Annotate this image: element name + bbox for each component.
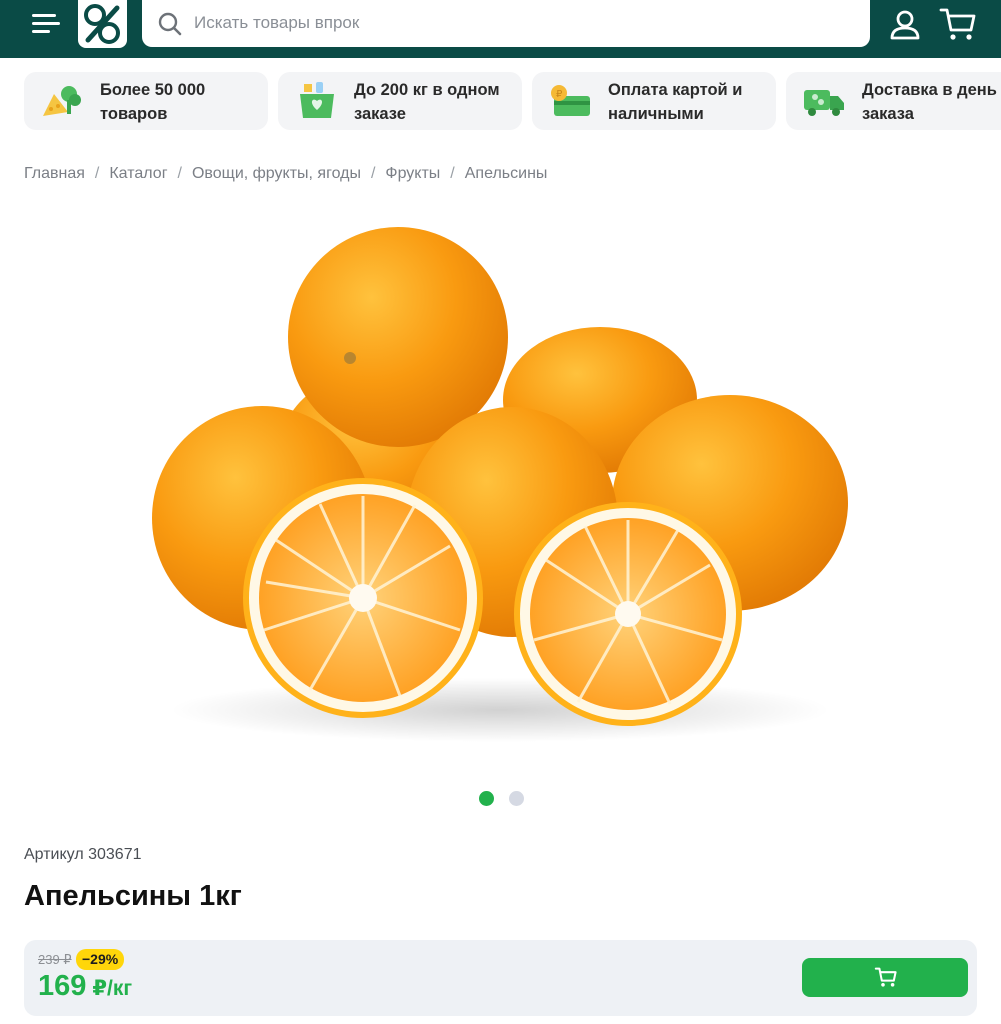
add-to-cart-button[interactable] xyxy=(802,958,968,997)
feature-card-weight: До 200 кг в одном заказе xyxy=(278,72,522,130)
breadcrumb-separator: / xyxy=(450,165,455,182)
current-price: 169 ₽/кг xyxy=(38,970,132,1003)
cart-icon[interactable] xyxy=(938,4,978,44)
feature-line-1: Более 50 000 xyxy=(100,81,206,99)
top-header xyxy=(0,0,1001,58)
price-unit: ₽/кг xyxy=(92,977,133,1000)
old-price: 239 ₽ xyxy=(38,952,72,967)
feature-card-payment: ₽ Оплата картой и наличными xyxy=(532,72,776,130)
breadcrumb-home[interactable]: Главная xyxy=(24,165,85,182)
feature-line-1: Доставка в день xyxy=(862,81,997,99)
breadcrumb-separator: / xyxy=(94,165,100,182)
breadcrumb-separator: / xyxy=(177,165,182,182)
search-icon[interactable] xyxy=(156,10,184,38)
breadcrumb-catalog[interactable]: Каталог xyxy=(109,165,167,182)
feature-line-2: заказа xyxy=(862,105,914,123)
gallery-dot-active[interactable] xyxy=(479,791,494,806)
feature-card-assortment: Более 50 000 товаров xyxy=(24,72,268,130)
feature-line-2: заказе xyxy=(354,105,406,123)
gallery-dot[interactable] xyxy=(509,791,524,806)
cart-icon xyxy=(874,967,897,987)
feature-card-delivery: Доставка в день заказа xyxy=(786,72,1001,130)
menu-icon[interactable] xyxy=(28,10,64,38)
basket-icon xyxy=(300,82,334,118)
breadcrumb: Главная / Каталог / Овощи, фрукты, ягоды / Фру… xyxy=(24,165,547,187)
breadcrumb-category[interactable]: Овощи, фрукты, ягоды xyxy=(192,165,361,182)
search-input[interactable] xyxy=(194,6,854,40)
price-panel: 239 ₽ −29% 169 ₽/кг xyxy=(24,940,977,1016)
vegetables-icon xyxy=(43,86,81,116)
logo[interactable] xyxy=(78,0,127,48)
feature-line-2: товаров xyxy=(100,105,168,123)
product-image[interactable] xyxy=(130,210,870,750)
feature-line-2: наличными xyxy=(608,105,704,123)
delivery-truck-icon xyxy=(804,90,844,116)
user-icon[interactable] xyxy=(886,6,924,44)
features-strip: Более 50 000 товаров До 200 кг в одном з… xyxy=(24,72,1001,132)
breadcrumb-separator: / xyxy=(370,165,376,182)
logo-icon xyxy=(84,4,120,44)
feature-line-1: До 200 кг в одном xyxy=(354,81,500,99)
price-value: 169 xyxy=(38,970,87,1002)
breadcrumb-subcategory[interactable]: Фрукты xyxy=(385,165,440,182)
product-title: Апельсины 1кг xyxy=(24,880,242,912)
feature-line-1: Оплата картой и xyxy=(608,81,743,99)
discount-badge: −29% xyxy=(76,949,125,970)
svg-text:₽: ₽ xyxy=(556,89,563,100)
gallery-pagination xyxy=(479,791,529,807)
breadcrumb-current: Апельсины xyxy=(464,165,548,182)
article-number: Артикул 303671 xyxy=(24,846,142,863)
search-bar[interactable] xyxy=(142,0,870,47)
payment-card-icon: ₽ xyxy=(551,85,590,116)
